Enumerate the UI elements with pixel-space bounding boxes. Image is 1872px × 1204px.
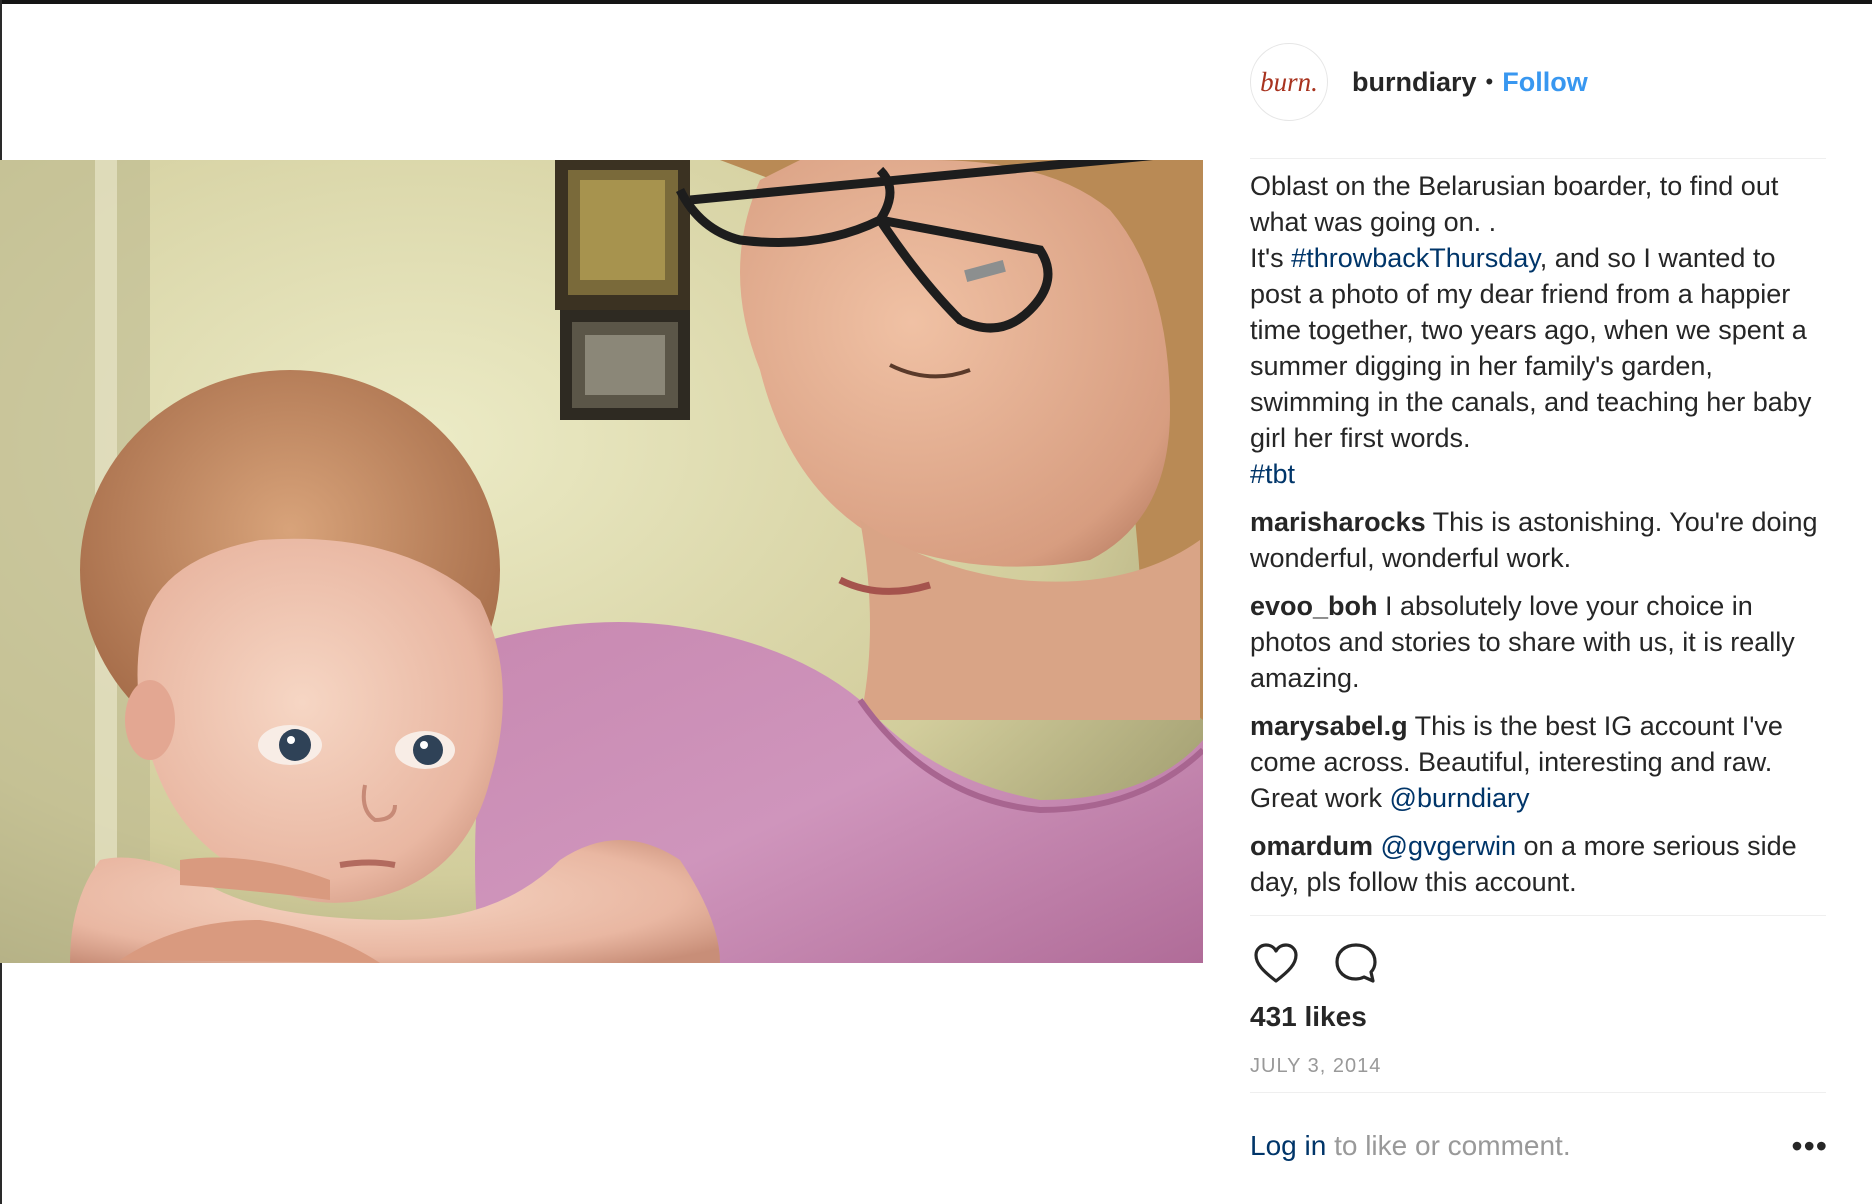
header-username[interactable]: burndiary — [1352, 67, 1477, 98]
login-link[interactable]: Log in — [1250, 1130, 1326, 1161]
login-prompt: Log in to like or comment. — [1250, 1130, 1826, 1162]
post-sidebar: burn. burndiary • Follow . Oblast on the… — [1250, 0, 1828, 1204]
avatar-logo-text: burn. — [1260, 66, 1318, 97]
comment-button[interactable] — [1330, 937, 1382, 989]
comment-item: marisharocks This is astonishing. You're… — [1250, 504, 1826, 576]
likes-count[interactable]: 431 likes — [1250, 1001, 1367, 1033]
header-divider — [1250, 158, 1826, 159]
post-header: burn. burndiary • Follow — [1250, 42, 1826, 122]
login-prompt-text: to like or comment. — [1326, 1130, 1571, 1161]
comment-item: marysabel.g This is the best IG account … — [1250, 708, 1826, 816]
caption-partial: . Oblast on the Belarusian boarder, to f… — [1250, 160, 1826, 492]
three-dots-icon[interactable]: ••• — [1791, 1130, 1828, 1162]
follow-button[interactable]: Follow — [1502, 67, 1587, 98]
comment-username[interactable]: omardum — [1250, 831, 1373, 861]
comment-mention[interactable]: @gvgerwin — [1381, 831, 1516, 861]
photo-illustration — [0, 160, 1203, 963]
speech-bubble-icon — [1335, 943, 1377, 983]
comment-item: omardum @gvgerwin on a more serious side… — [1250, 828, 1826, 900]
comment-username[interactable]: marisharocks — [1250, 507, 1426, 537]
action-bar — [1250, 938, 1410, 988]
comments-list[interactable]: . Oblast on the Belarusian boarder, to f… — [1250, 160, 1826, 908]
footer-divider — [1250, 1092, 1826, 1093]
avatar[interactable]: burn. — [1250, 43, 1328, 121]
comment-username[interactable]: marysabel.g — [1250, 711, 1408, 741]
comment-username[interactable]: evoo_boh — [1250, 591, 1378, 621]
post-photo — [0, 160, 1203, 963]
comment-item: evoo_boh I absolutely love your choice i… — [1250, 588, 1826, 696]
caption-line-2: what was going on. . — [1250, 207, 1497, 237]
hashtag-tbt[interactable]: #tbt — [1250, 459, 1295, 489]
caption-2-prefix: It's — [1250, 243, 1292, 273]
header-separator: • — [1485, 69, 1494, 94]
caption-line-1: Oblast on the Belarusian boarder, to fin… — [1250, 171, 1779, 201]
comments-scroll-content: . Oblast on the Belarusian boarder, to f… — [1250, 160, 1826, 908]
actions-divider — [1250, 915, 1826, 916]
caption-2-text: , and so I wanted to post a photo of my … — [1250, 243, 1812, 453]
post-date: JULY 3, 2014 — [1250, 1055, 1382, 1077]
hashtag-throwbackthursday[interactable]: #throwbackThursday — [1291, 243, 1540, 273]
heart-outline-icon — [1254, 943, 1298, 983]
comment-mention[interactable]: @burndiary — [1390, 783, 1530, 813]
like-button[interactable] — [1250, 937, 1302, 989]
